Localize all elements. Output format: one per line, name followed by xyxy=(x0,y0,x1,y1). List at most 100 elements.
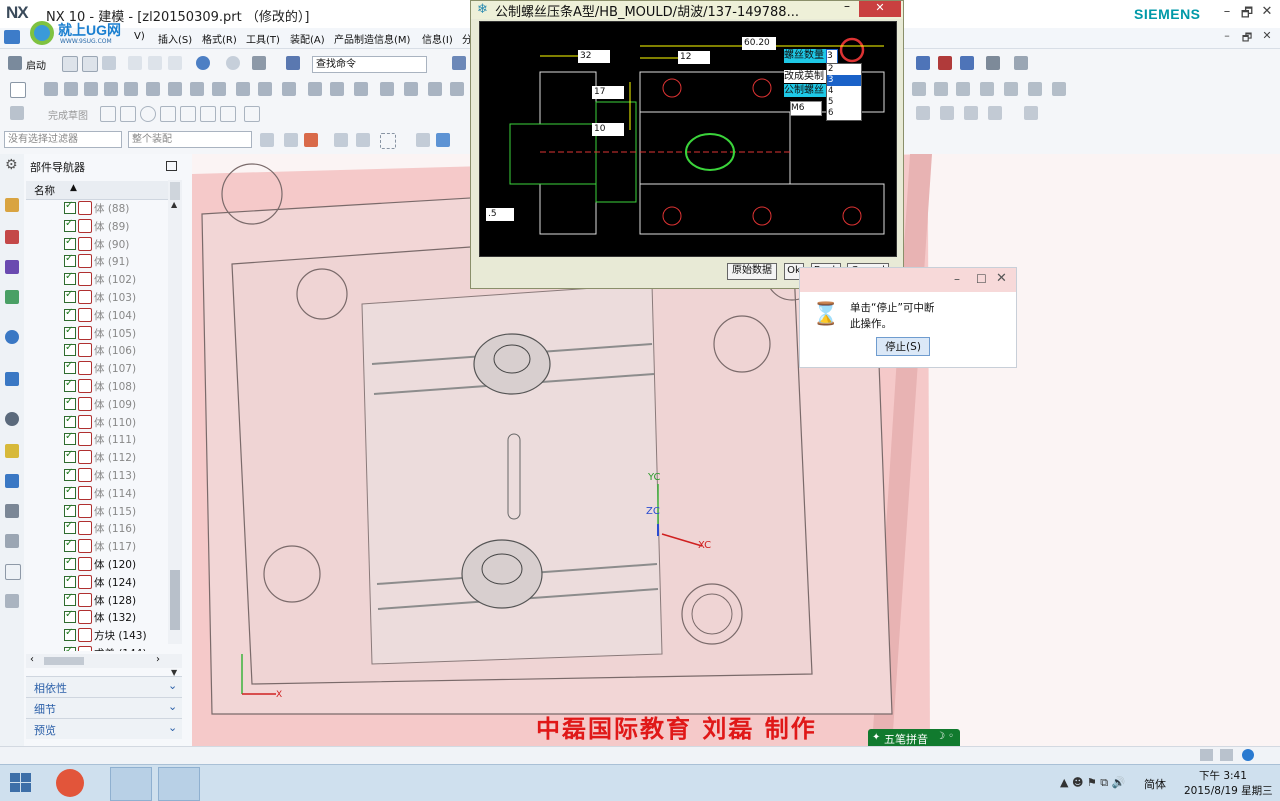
windows-start-icon[interactable] xyxy=(10,773,32,793)
view-icon-2[interactable] xyxy=(940,106,954,120)
circle-icon[interactable] xyxy=(140,106,156,122)
snap-icon-4[interactable] xyxy=(986,56,1000,70)
view-icon-4[interactable] xyxy=(988,106,1002,120)
dropdown-option-selected[interactable]: 3 xyxy=(827,75,861,86)
status-icon-2[interactable] xyxy=(1220,749,1233,761)
tree-row[interactable]: 体 (104) xyxy=(24,306,174,324)
inch-toggle[interactable]: 改成英制 xyxy=(784,70,826,83)
dialog-close-button[interactable]: ✕ xyxy=(859,1,901,17)
scrollbar-up-thumb[interactable] xyxy=(170,182,180,200)
dialog-minimize-button[interactable]: – xyxy=(837,0,857,13)
view-icon-5[interactable] xyxy=(1024,106,1038,120)
tree-row[interactable]: 体 (120) xyxy=(24,555,174,573)
tree-row[interactable]: 体 (115) xyxy=(24,502,174,520)
visibility-checkbox[interactable] xyxy=(64,236,76,250)
tree-row[interactable]: 求差 (144) xyxy=(24,644,174,651)
visibility-checkbox[interactable] xyxy=(64,609,76,624)
visibility-checkbox[interactable] xyxy=(64,503,76,517)
visibility-checkbox[interactable] xyxy=(64,307,76,321)
arc-icon[interactable] xyxy=(120,106,136,122)
new-icon[interactable] xyxy=(62,56,78,72)
sketch-icon[interactable] xyxy=(10,82,26,98)
column-name[interactable]: 名称 xyxy=(34,183,55,198)
visibility-checkbox[interactable] xyxy=(64,520,76,535)
blank-icon[interactable] xyxy=(5,564,21,580)
tree-row[interactable]: 体 (109) xyxy=(24,395,174,413)
visibility-checkbox[interactable] xyxy=(64,378,76,392)
intersect-icon[interactable] xyxy=(282,82,296,96)
dim-32-field[interactable]: 32 xyxy=(578,50,610,63)
scroll-right-icon[interactable]: › xyxy=(156,654,160,665)
minimize-button[interactable]: – xyxy=(1216,4,1238,22)
file-explorer-icon[interactable] xyxy=(110,767,152,801)
sync-icon-3[interactable] xyxy=(956,82,970,96)
snap-icon-1[interactable] xyxy=(916,56,930,70)
revolve-icon[interactable] xyxy=(104,82,118,96)
rectangle-icon[interactable] xyxy=(200,106,216,122)
nx-taskbar-icon[interactable] xyxy=(158,767,200,801)
sync-icon-6[interactable] xyxy=(1028,82,1042,96)
visibility-checkbox[interactable] xyxy=(64,431,76,446)
visibility-checkbox[interactable] xyxy=(64,538,76,553)
part-navigator-icon[interactable] xyxy=(5,260,19,274)
pocket-icon[interactable] xyxy=(190,82,204,96)
select-icon-5[interactable] xyxy=(356,133,370,147)
visibility-checkbox[interactable] xyxy=(64,218,76,232)
find-command-input[interactable]: 查找命令 xyxy=(312,56,427,73)
tree-row[interactable]: 体 (128) xyxy=(24,591,174,609)
spline-icon[interactable] xyxy=(244,106,260,122)
dropdown-option[interactable]: 4 xyxy=(827,86,861,97)
sync-icon-5[interactable] xyxy=(1004,82,1018,96)
tree-row[interactable]: 体 (113) xyxy=(24,466,174,484)
scroll-left-icon[interactable]: ‹ xyxy=(30,654,34,665)
menu-info[interactable]: 信息(I) xyxy=(422,31,453,46)
select-icon-3[interactable] xyxy=(304,133,318,147)
copy-icon[interactable] xyxy=(148,56,162,70)
text-icon[interactable] xyxy=(44,82,58,96)
redo-icon[interactable] xyxy=(226,56,240,70)
history-icon[interactable] xyxy=(5,372,19,386)
select-icon-1[interactable] xyxy=(260,133,274,147)
roles-icon[interactable] xyxy=(5,444,19,458)
tree-row[interactable]: 体 (107) xyxy=(24,359,174,377)
tree-row[interactable]: 体 (103) xyxy=(24,288,174,306)
tree-row[interactable]: 体 (111) xyxy=(24,430,174,448)
stop-dialog-maximize[interactable]: ☐ xyxy=(976,272,987,286)
block-icon[interactable] xyxy=(124,82,138,96)
restore-button[interactable]: 🗗 xyxy=(1236,4,1258,22)
system-scene-icon[interactable] xyxy=(5,474,19,488)
tree-row[interactable]: 体 (102) xyxy=(24,270,174,288)
unite-icon[interactable] xyxy=(236,82,250,96)
tree-row[interactable]: 体 (89) xyxy=(24,217,174,235)
clock-date[interactable]: 2015/8/19 星期三 xyxy=(1184,783,1273,798)
sync-icon-1[interactable] xyxy=(912,82,926,96)
selection-filter-select[interactable]: 没有选择过滤器 xyxy=(4,131,122,148)
view-icon-1[interactable] xyxy=(916,106,930,120)
visibility-checkbox[interactable] xyxy=(64,556,76,570)
tree-row[interactable]: 体 (116) xyxy=(24,519,174,537)
visibility-checkbox[interactable] xyxy=(64,414,76,428)
tree-row[interactable]: 体 (132) xyxy=(24,608,174,626)
palette-icon[interactable] xyxy=(5,534,19,548)
dim-12-field[interactable]: 12 xyxy=(678,51,710,64)
visibility-checkbox[interactable] xyxy=(64,325,76,339)
sync-icon-7[interactable] xyxy=(1052,82,1066,96)
assembly-scope-select[interactable]: 整个装配 xyxy=(128,131,252,148)
visibility-checkbox[interactable] xyxy=(64,574,76,588)
subtract-icon[interactable] xyxy=(258,82,272,96)
clock-icon[interactable] xyxy=(5,412,19,426)
settings-icon[interactable]: ⚙ xyxy=(5,158,19,172)
panel-dependencies[interactable]: 相依性 ⌄ xyxy=(26,676,182,697)
menu-pmi[interactable]: 产品制造信息(M) xyxy=(334,31,410,46)
horizontal-scrollbar[interactable]: ‹ › xyxy=(26,654,182,668)
stop-button[interactable]: 停止(S) xyxy=(876,337,930,356)
split-icon[interactable] xyxy=(428,82,442,96)
panel-details[interactable]: 细节 ⌄ xyxy=(26,697,182,718)
stop-dialog-minimize[interactable]: – xyxy=(954,272,960,286)
dim-5-field[interactable]: .5 xyxy=(486,208,514,221)
dim-10-field[interactable]: 10 xyxy=(592,123,624,136)
globe-icon[interactable] xyxy=(1242,749,1254,761)
vertical-scrollbar[interactable]: ▲ ▼ xyxy=(168,180,182,677)
book-icon[interactable] xyxy=(5,594,19,608)
visibility-checkbox[interactable] xyxy=(64,289,76,303)
